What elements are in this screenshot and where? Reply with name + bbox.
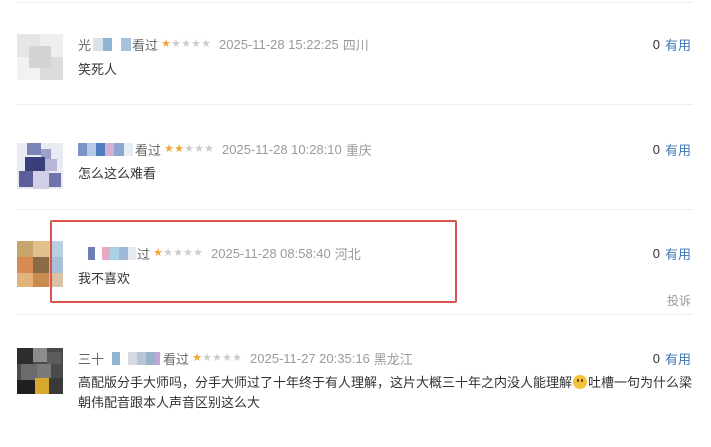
comment-meta: 看过 ★ ★ ★ ★ ★ 2025-11-28 10:28:10 重庆 — [78, 139, 372, 159]
grinning-sweat-emoji-icon — [573, 375, 588, 389]
comment-location: 重庆 — [345, 142, 372, 158]
useful-button[interactable]: 有用 — [665, 349, 691, 368]
star-icon: ★ — [184, 142, 194, 155]
comment-time: 2025-11-27 20:35:16 — [250, 350, 370, 366]
username-text: 光 — [78, 37, 92, 53]
useful-vote[interactable]: 0 有用 — [653, 243, 691, 263]
avatar[interactable] — [17, 348, 63, 394]
comment-meta: 三十 看过 ★ ★ ★ ★ ★ 2025-11-27 20:35:16 黑龙江 — [78, 348, 413, 368]
useful-vote[interactable]: 0 有用 — [653, 348, 691, 368]
comment-meta: 光 看过 ★ ★ ★ ★ ★ 2025-11-28 15:22:25 四川 — [78, 34, 369, 54]
divider — [16, 209, 693, 210]
rating-stars: ★ ★ ★ ★ ★ — [192, 351, 242, 364]
useful-count: 0 — [652, 350, 660, 366]
comment-text: 怎么这么难看 — [78, 166, 157, 181]
comment-time: 2025-11-28 10:28:10 — [222, 141, 342, 157]
comment-text-part: 高配版分手大师吗，分手大师过了十年终于有人理解，这片大概三十年之内没人能理解 — [78, 375, 573, 390]
useful-button[interactable]: 有用 — [665, 35, 691, 54]
comment-time: 2025-11-28 15:22:25 — [219, 36, 339, 52]
comment-location: 黑龙江 — [373, 351, 413, 367]
star-icon: ★ — [202, 351, 212, 364]
star-icon: ★ — [181, 37, 191, 50]
star-icon: ★ — [212, 351, 222, 364]
complain-link[interactable]: 投诉 — [667, 292, 691, 309]
username[interactable]: 三十 — [78, 350, 161, 367]
star-icon: ★ — [222, 351, 232, 364]
divider — [16, 104, 693, 105]
rating-stars: ★ ★ ★ ★ ★ — [164, 142, 214, 155]
useful-count: 0 — [652, 36, 660, 52]
divider — [16, 2, 693, 3]
star-icon: ★ — [191, 37, 201, 50]
comment-text: 笑死人 — [78, 62, 118, 77]
comment-location: 四川 — [342, 37, 369, 53]
watch-status: 看过 — [135, 142, 162, 158]
star-icon: ★ — [194, 142, 204, 155]
watch-status: 看过 — [163, 351, 190, 367]
avatar[interactable] — [17, 143, 63, 189]
useful-button[interactable]: 有用 — [665, 140, 691, 159]
useful-button[interactable]: 有用 — [665, 244, 691, 263]
useful-count: 0 — [652, 141, 660, 157]
useful-count: 0 — [652, 245, 660, 261]
star-icon: ★ — [161, 37, 171, 50]
watch-status: 看过 — [132, 37, 159, 53]
star-icon: ★ — [174, 142, 184, 155]
divider — [16, 314, 693, 315]
username[interactable] — [78, 141, 133, 157]
star-icon: ★ — [164, 142, 174, 155]
star-icon: ★ — [201, 37, 211, 50]
avatar[interactable] — [17, 34, 63, 80]
useful-vote[interactable]: 0 有用 — [653, 139, 691, 159]
highlight-box — [50, 220, 457, 303]
star-icon: ★ — [171, 37, 181, 50]
star-icon: ★ — [204, 142, 214, 155]
star-icon: ★ — [192, 351, 202, 364]
comment-text: 高配版分手大师吗，分手大师过了十年终于有人理解，这片大概三十年之内没人能理解 吐槽… — [78, 373, 693, 413]
star-icon: ★ — [232, 351, 242, 364]
useful-vote[interactable]: 0 有用 — [653, 34, 691, 54]
username[interactable]: 光 — [78, 36, 132, 53]
rating-stars: ★ ★ ★ ★ ★ — [161, 37, 211, 50]
username-text: 三十 — [78, 351, 105, 367]
